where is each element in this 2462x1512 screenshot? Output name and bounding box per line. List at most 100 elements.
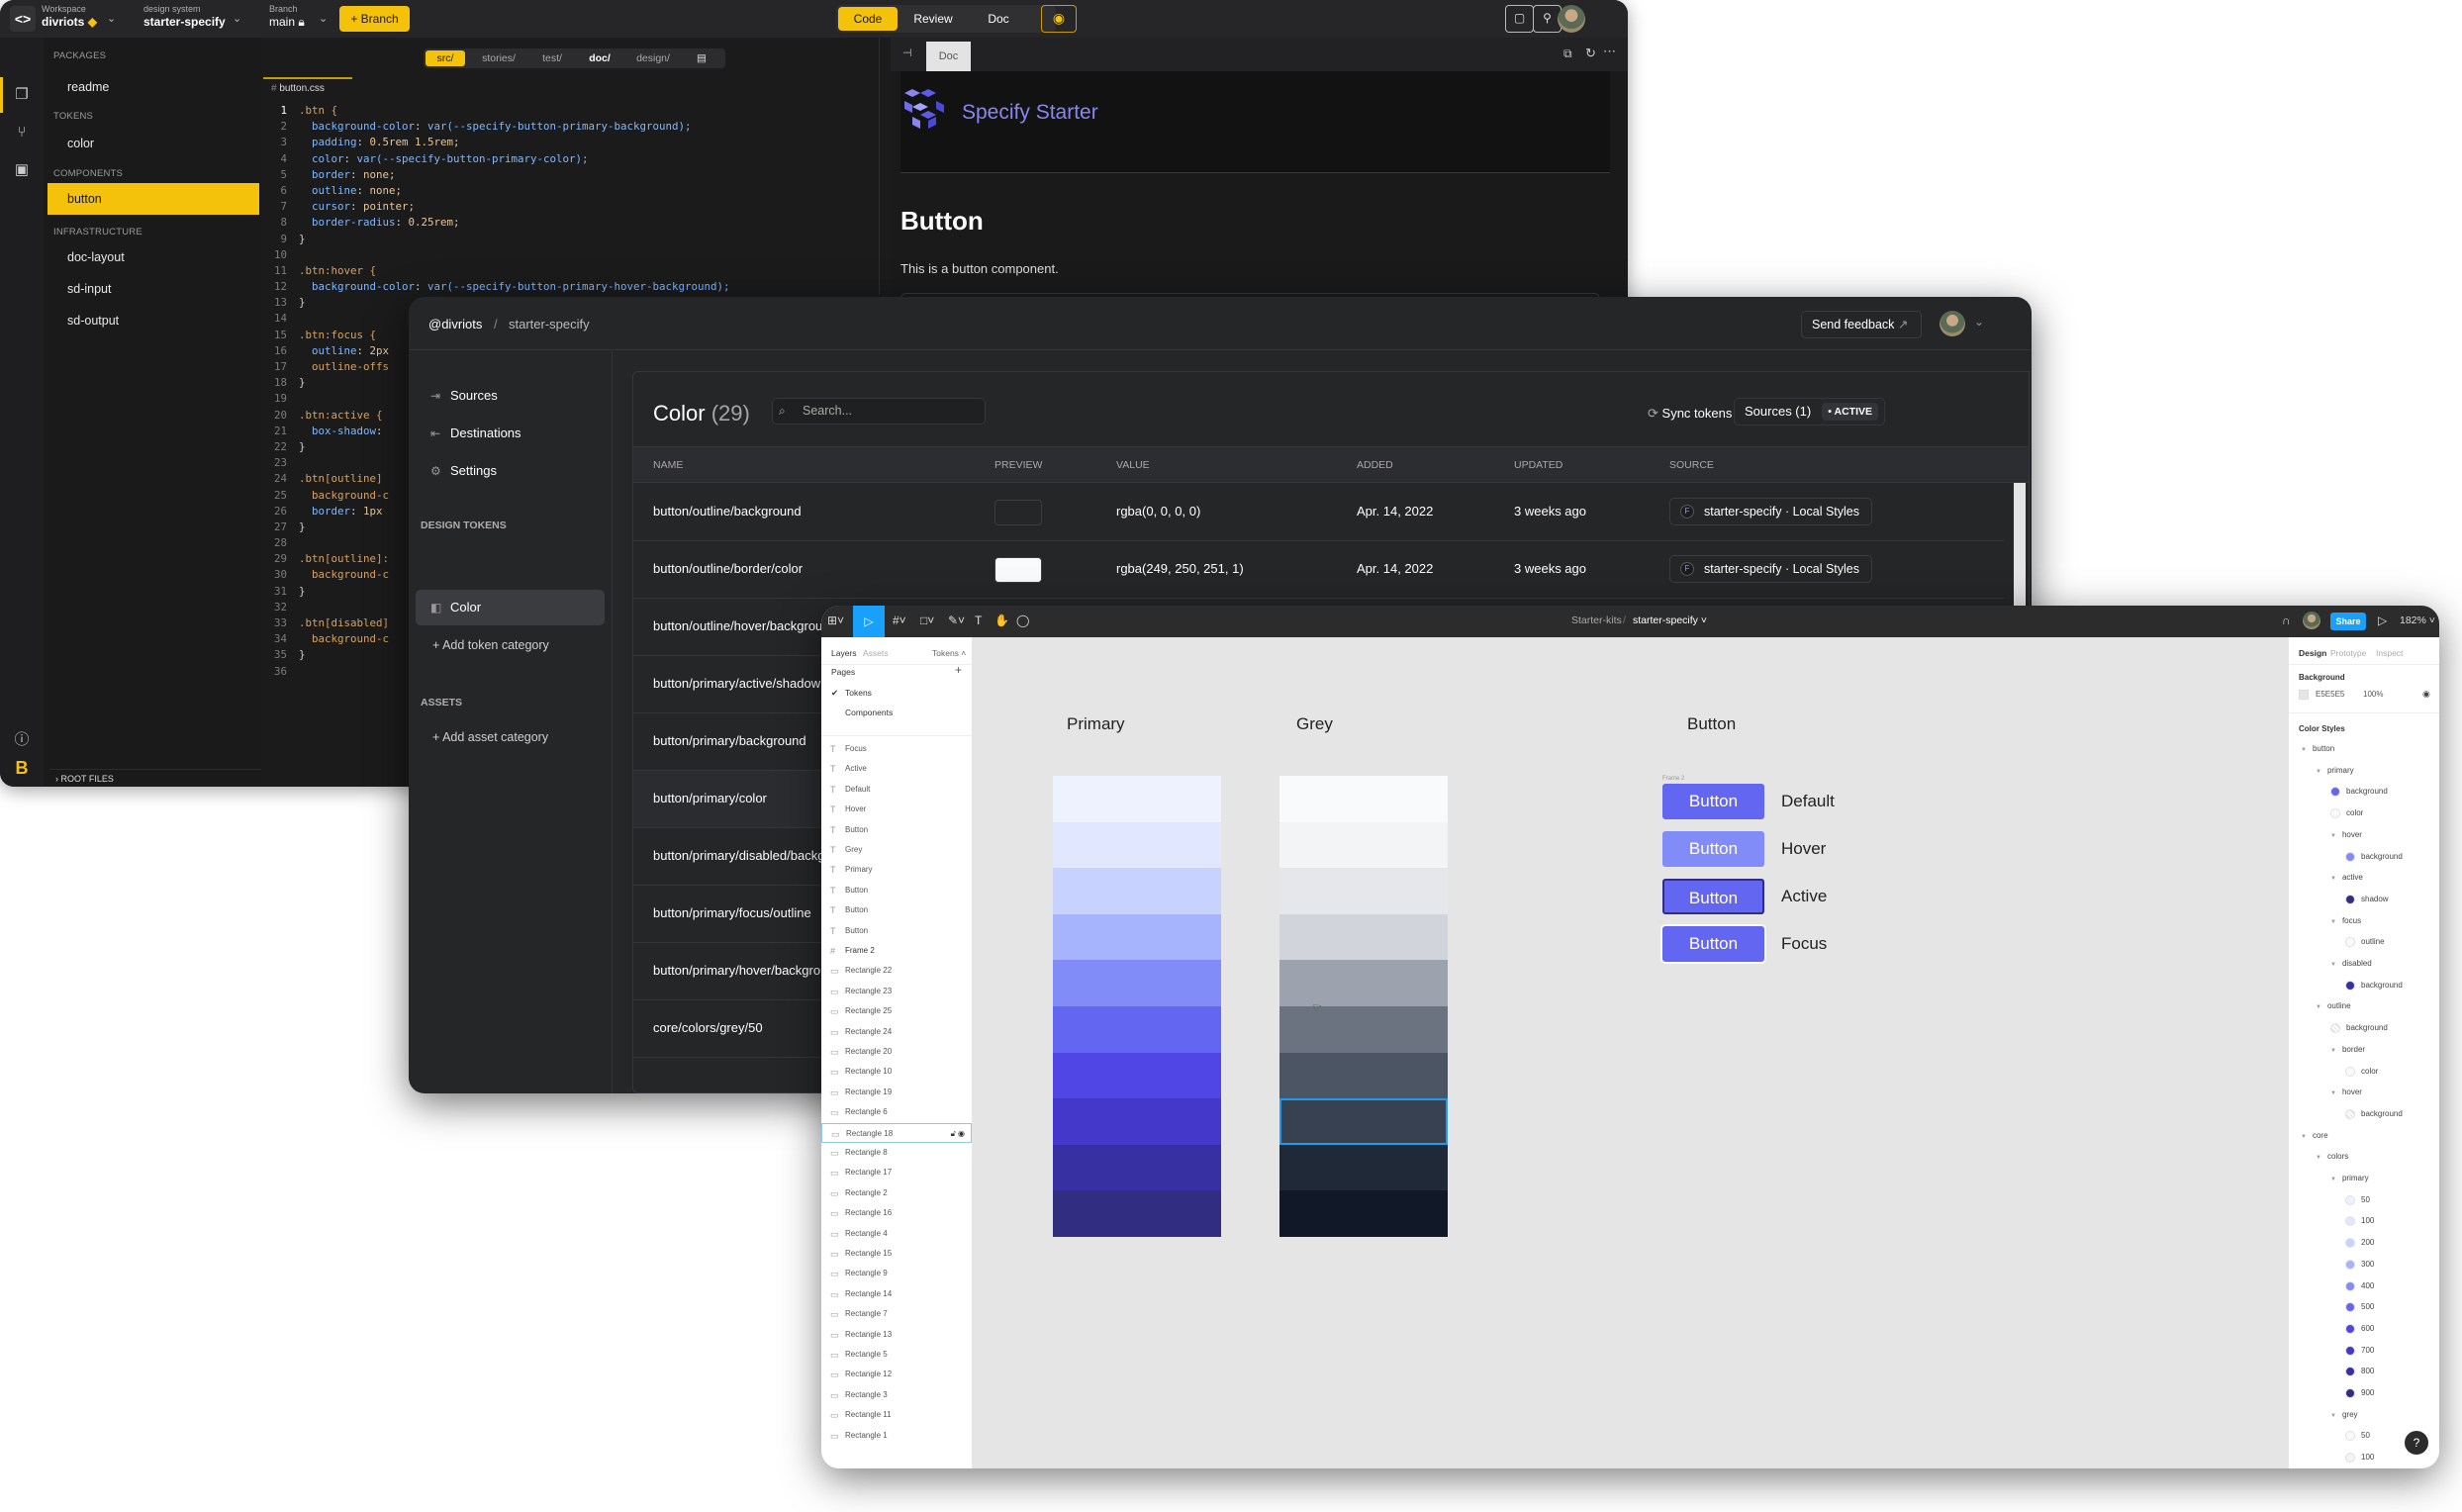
layer-item[interactable]: ▭ Rectangle 19 [821,1083,972,1102]
primary-swatch[interactable] [1053,1190,1221,1237]
layer-item[interactable]: T Button [821,900,972,920]
eye-icon[interactable]: ◉ [2422,689,2430,700]
layer-item[interactable]: ▭ Rectangle 15 [821,1244,972,1264]
grey-swatch[interactable] [1279,1052,1448,1099]
code-line[interactable]: 12 background-color: var(--specify-butto… [263,279,877,295]
file-tab-button-css[interactable]: # button.css [263,77,352,99]
grey-swatch[interactable] [1279,821,1448,869]
style-group[interactable]: ▼ core [2301,1131,2328,1140]
branch-selector[interactable]: Branch main 🔒︎ [269,4,305,30]
layer-item[interactable]: ▭ Rectangle 22 [821,961,972,981]
folder-tab-test[interactable]: test/ [532,50,572,66]
layer-item[interactable]: T Hover [821,800,972,819]
code-line[interactable]: 7 cursor: pointer; [263,199,877,215]
code-line[interactable]: 8 border-radius: 0.25rem; [263,215,877,231]
tab-doc[interactable]: Doc [969,7,1028,31]
background-opacity-input[interactable]: 100% [2363,690,2383,699]
background-hex-input[interactable]: E5E5E5 [2316,690,2344,699]
layer-item[interactable]: ▭ Rectangle 8 [821,1143,972,1163]
color-style[interactable]: 100 [2345,1453,2374,1464]
layer-item[interactable]: ▭ Rectangle 7 [821,1304,972,1324]
layer-item[interactable]: ▭ Rectangle 13 [821,1325,972,1345]
pin-icon[interactable]: ⊣ [902,47,912,59]
color-style[interactable]: 50 [2345,1194,2370,1205]
code-line[interactable]: 9} [263,232,877,247]
code-line[interactable]: 1 .btn { [263,103,877,119]
nav-settings[interactable]: ⚙ Settings [430,463,497,478]
comment-tool-icon[interactable]: ◯ [1016,614,1029,627]
layer-item[interactable]: ▭ Rectangle 1 [821,1426,972,1446]
table-row[interactable]: button/outline/border/color rgba(249, 250… [633,541,2004,599]
hand-tool-icon[interactable]: ✋ [994,614,1009,627]
layer-item[interactable]: T Primary [821,860,972,880]
style-group[interactable]: ▼ border [2330,1045,2365,1054]
tab-design[interactable]: Design [2299,648,2326,658]
user-avatar[interactable] [1940,311,1965,336]
folder-tab-stories[interactable]: stories/ [473,50,524,66]
background-swatch[interactable] [2299,690,2309,700]
col-updated[interactable]: UPDATED [1514,459,1562,471]
color-style[interactable]: background [2345,980,2403,991]
add-token-category-link[interactable]: + Add token category [432,638,549,652]
color-style[interactable]: background [2345,1108,2403,1119]
more-icon[interactable]: ⋯ [1603,44,1616,59]
layer-item[interactable]: ▭ Rectangle 17 [821,1163,972,1182]
breadcrumb-org[interactable]: @divriots [428,317,482,331]
layer-item[interactable]: T Default [821,780,972,800]
zoom-level[interactable]: 182% ˅ [2400,614,2435,626]
primary-swatch[interactable] [1053,868,1221,914]
col-added[interactable]: ADDED [1357,459,1393,471]
table-row[interactable]: button/outline/background rgba(0, 0, 0, 0… [633,484,2004,541]
user-avatar[interactable] [2303,612,2320,629]
color-style[interactable]: 100 [2345,1216,2374,1227]
code-line[interactable]: 3 padding: 0.5rem 1.5rem; [263,135,877,150]
primary-swatch[interactable] [1053,1144,1221,1191]
color-style[interactable]: background [2345,851,2403,862]
git-branch-icon[interactable]: ⑂ [12,123,32,142]
style-group[interactable]: ▼ colors [2316,1152,2348,1161]
button-hover[interactable]: Button [1662,831,1764,867]
style-group[interactable]: ▼ button [2301,744,2334,753]
layer-item[interactable]: ▭ Rectangle 3 [821,1385,972,1405]
color-style[interactable]: 600 [2345,1323,2374,1334]
primary-swatch[interactable] [1053,1005,1221,1053]
tab-code[interactable]: Code [838,7,898,31]
add-asset-category-link[interactable]: + Add asset category [432,730,548,744]
color-style[interactable]: 700 [2345,1345,2374,1356]
sidebar-item-color[interactable]: color [67,137,94,150]
primary-swatch[interactable] [1053,913,1221,961]
layer-item[interactable]: T Focus [821,739,972,759]
files-icon[interactable]: ❐ [12,85,32,105]
color-style[interactable]: outline [2345,937,2385,948]
help-icon[interactable]: ⓘ [12,730,32,750]
code-line[interactable]: 5 border: none; [263,167,877,183]
layer-item[interactable]: ▭ Rectangle 25 [821,1001,972,1021]
color-style[interactable]: 200 [2345,1238,2374,1249]
move-tool-icon[interactable]: ▷ [853,606,885,637]
chevron-down-icon[interactable]: ⌄ [107,12,116,25]
sources-button[interactable]: Sources (1) • ACTIVE [1734,398,1885,425]
layer-item[interactable]: ▭ Rectangle 14 [821,1284,972,1304]
figma-menu-icon[interactable]: ⊞˅ [827,614,844,627]
layer-item[interactable]: T Button [821,881,972,900]
folder-settings-icon[interactable]: ▤ [689,50,714,66]
design-system-selector[interactable]: design system starter-specify [143,4,226,29]
pane-divider[interactable] [879,38,880,295]
code-line[interactable]: 4 color: var(--specify-button-primary-co… [263,151,877,167]
search-input[interactable]: Search... [772,398,986,425]
root-files-toggle[interactable]: › ROOT FILES [49,769,261,787]
code-line[interactable]: 6 outline: none; [263,183,877,199]
layer-item[interactable]: ▭ Rectangle 24 [821,1022,972,1042]
code-line[interactable]: 10 [263,247,877,263]
sidebar-item-sd-input[interactable]: sd-input [67,282,111,296]
layer-item[interactable]: ▭ Rectangle 10 [821,1062,972,1082]
layer-item[interactable]: ▭ Rectangle 12 [821,1365,972,1384]
style-group[interactable]: ▼ outline [2316,1001,2351,1010]
grey-swatch[interactable] [1279,960,1448,1006]
tab-prototype[interactable]: Prototype [2330,648,2366,658]
layer-item[interactable]: ▭ Rectangle 16 [821,1203,972,1223]
color-style[interactable]: background [2330,1023,2388,1034]
tablet-icon[interactable]: ▢ [1505,5,1534,33]
tab-layers[interactable]: Layers [831,648,857,658]
sync-tokens-button[interactable]: ⟳ Sync tokens [1648,406,1732,422]
